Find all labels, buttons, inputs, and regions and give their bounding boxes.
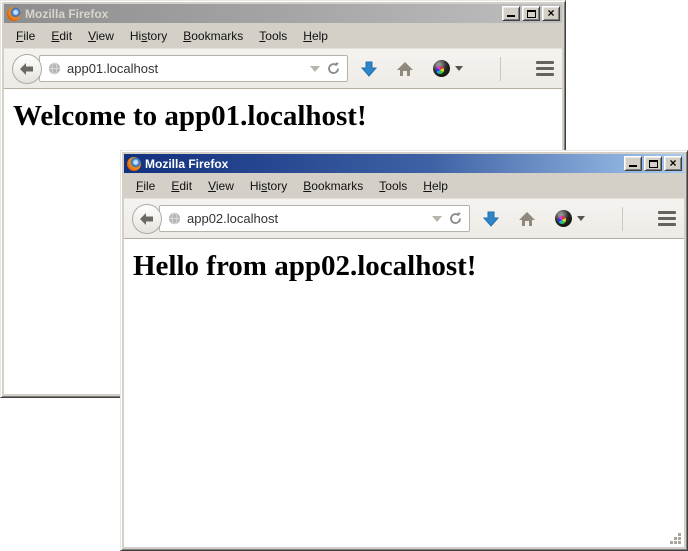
navigation-toolbar: app01.localhost <box>4 48 562 89</box>
chevron-down-icon <box>577 216 585 221</box>
back-button[interactable] <box>12 54 42 84</box>
menu-history[interactable]: History <box>242 176 295 196</box>
menu-history[interactable]: History <box>122 26 175 46</box>
page-content: Hello from app02.localhost! <box>124 239 684 547</box>
minimize-icon <box>629 165 637 167</box>
close-button[interactable]: × <box>542 6 560 21</box>
titlebar[interactable]: Mozilla Firefox × <box>124 154 684 173</box>
resize-grip[interactable] <box>668 531 682 545</box>
navigation-toolbar: app02.localhost <box>124 198 684 239</box>
back-arrow-icon <box>20 63 34 75</box>
menu-edit[interactable]: Edit <box>163 176 200 196</box>
close-icon: × <box>547 9 554 18</box>
url-bar[interactable]: app02.localhost <box>159 205 470 232</box>
toolbar-separator <box>500 57 501 81</box>
menu-bar: File Edit View History Bookmarks Tools H… <box>124 173 684 198</box>
color-wheel-icon <box>555 210 572 227</box>
menu-bookmarks[interactable]: Bookmarks <box>175 26 251 46</box>
menu-button[interactable] <box>658 211 676 226</box>
menu-file[interactable]: File <box>128 176 163 196</box>
menu-bookmarks[interactable]: Bookmarks <box>295 176 371 196</box>
firefox-logo-icon <box>127 157 141 171</box>
menu-button[interactable] <box>536 61 554 76</box>
globe-icon[interactable] <box>48 62 61 75</box>
firefox-window-app02: Mozilla Firefox × File Edit View History… <box>120 150 688 551</box>
maximize-icon <box>649 160 658 168</box>
url-text[interactable]: app01.localhost <box>67 61 304 76</box>
minimize-button[interactable] <box>624 156 642 171</box>
maximize-icon <box>527 10 536 18</box>
downloads-icon[interactable] <box>483 211 499 227</box>
minimize-button[interactable] <box>502 6 520 21</box>
downloads-icon[interactable] <box>361 61 377 77</box>
page-heading: Welcome to app01.localhost! <box>13 100 562 133</box>
firefox-logo-icon <box>7 7 21 21</box>
globe-icon[interactable] <box>168 212 181 225</box>
menu-help[interactable]: Help <box>415 176 456 196</box>
menu-tools[interactable]: Tools <box>371 176 415 196</box>
url-dropdown-icon[interactable] <box>310 66 320 72</box>
url-text[interactable]: app02.localhost <box>187 211 426 226</box>
menu-bar: File Edit View History Bookmarks Tools H… <box>4 23 562 48</box>
toolbar-separator <box>622 207 623 231</box>
reload-icon[interactable] <box>448 211 463 226</box>
url-dropdown-icon[interactable] <box>432 216 442 222</box>
home-icon[interactable] <box>396 61 414 77</box>
home-icon[interactable] <box>518 211 536 227</box>
menu-tools[interactable]: Tools <box>251 26 295 46</box>
extension-button[interactable] <box>555 210 585 227</box>
maximize-button[interactable] <box>522 6 540 21</box>
maximize-button[interactable] <box>644 156 662 171</box>
menu-view[interactable]: View <box>200 176 242 196</box>
minimize-icon <box>507 15 515 17</box>
page-heading: Hello from app02.localhost! <box>133 250 684 283</box>
window-title: Mozilla Firefox <box>145 157 620 171</box>
menu-help[interactable]: Help <box>295 26 336 46</box>
url-bar[interactable]: app01.localhost <box>39 55 348 82</box>
close-icon: × <box>669 159 676 168</box>
color-wheel-icon <box>433 60 450 77</box>
back-button[interactable] <box>132 204 162 234</box>
menu-edit[interactable]: Edit <box>43 26 80 46</box>
extension-button[interactable] <box>433 60 463 77</box>
window-title: Mozilla Firefox <box>25 7 498 21</box>
back-arrow-icon <box>140 213 154 225</box>
chevron-down-icon <box>455 66 463 71</box>
reload-icon[interactable] <box>326 61 341 76</box>
menu-file[interactable]: File <box>8 26 43 46</box>
close-button[interactable]: × <box>664 156 682 171</box>
menu-view[interactable]: View <box>80 26 122 46</box>
titlebar[interactable]: Mozilla Firefox × <box>4 4 562 23</box>
